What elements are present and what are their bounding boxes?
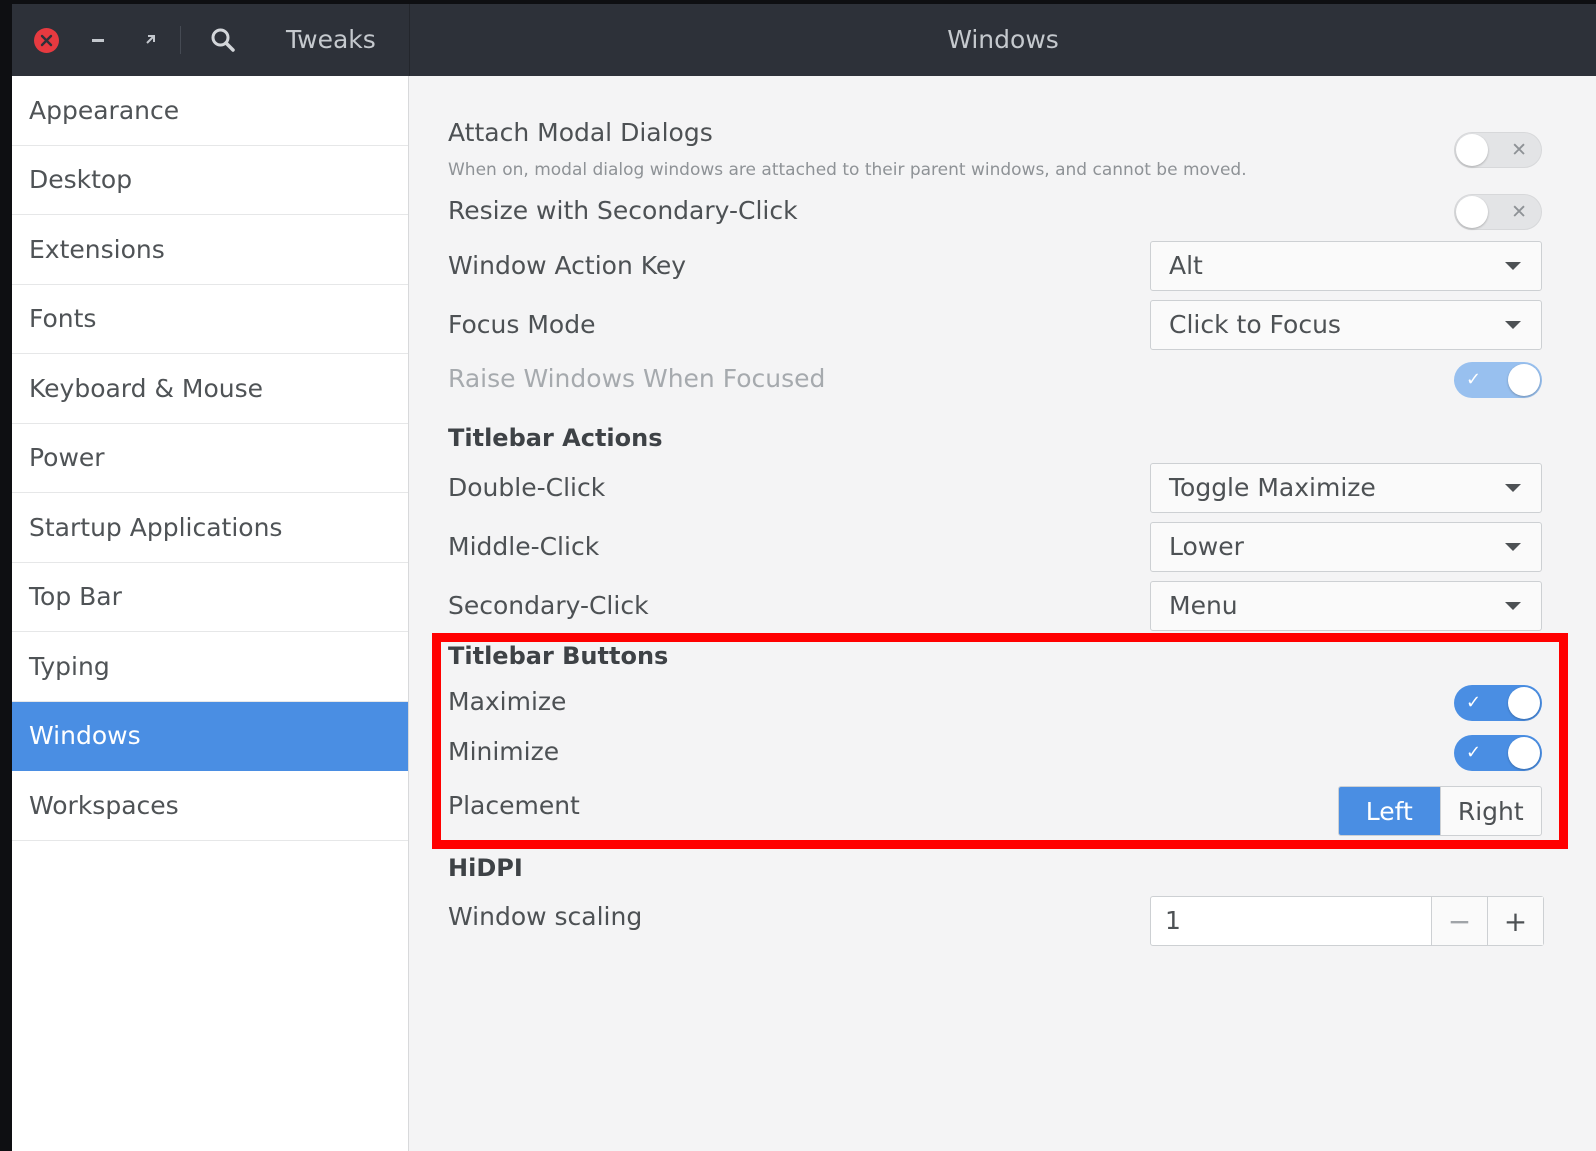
chevron-down-icon bbox=[1505, 262, 1521, 270]
dropdown-value: Lower bbox=[1169, 532, 1244, 561]
dropdown-value: Toggle Maximize bbox=[1169, 473, 1376, 502]
check-icon: ✓ bbox=[1466, 692, 1482, 713]
sidebar-item-power[interactable]: Power bbox=[12, 424, 408, 493]
page-title: Windows bbox=[947, 25, 1059, 54]
hidpi-heading: HiDPI bbox=[448, 854, 523, 882]
sidebar-item-desktop[interactable]: Desktop bbox=[12, 146, 408, 215]
chevron-down-icon bbox=[1505, 602, 1521, 610]
attach-modal-dialogs-label: Attach Modal Dialogs bbox=[448, 118, 713, 147]
middle-click-dropdown[interactable]: Lower bbox=[1150, 522, 1542, 572]
restore-button[interactable] bbox=[132, 22, 168, 58]
check-icon: ✓ bbox=[1466, 369, 1482, 390]
search-icon bbox=[211, 28, 235, 52]
dropdown-value: Click to Focus bbox=[1169, 310, 1341, 339]
switch-knob bbox=[1456, 196, 1488, 228]
attach-modal-dialogs-description: When on, modal dialog windows are attach… bbox=[448, 160, 1247, 180]
off-icon: ✕ bbox=[1511, 139, 1527, 161]
close-button[interactable] bbox=[28, 22, 64, 58]
chevron-down-icon bbox=[1505, 484, 1521, 492]
focus-mode-dropdown[interactable]: Click to Focus bbox=[1150, 300, 1542, 350]
sidebar-item-workspaces[interactable]: Workspaces bbox=[12, 771, 408, 841]
placement-right-button[interactable]: Right bbox=[1439, 787, 1542, 835]
sidebar-item-startup-applications[interactable]: Startup Applications bbox=[12, 493, 408, 563]
tweaks-window: Tweaks Windows Appearance Desktop Extens… bbox=[12, 4, 1596, 1151]
minimize-label: Minimize bbox=[448, 737, 560, 766]
window-scaling-spinbutton: 1 − + bbox=[1150, 896, 1544, 946]
chevron-down-icon bbox=[1505, 321, 1521, 329]
sidebar-item-appearance[interactable]: Appearance bbox=[12, 76, 408, 146]
check-icon: ✓ bbox=[1466, 742, 1482, 763]
focus-mode-label: Focus Mode bbox=[448, 310, 596, 339]
close-icon bbox=[33, 27, 59, 53]
resize-secondary-click-switch[interactable]: ✕ bbox=[1454, 194, 1542, 230]
resize-secondary-click-label: Resize with Secondary-Click bbox=[448, 196, 798, 225]
off-icon: ✕ bbox=[1511, 201, 1527, 223]
window-action-key-dropdown[interactable]: Alt bbox=[1150, 241, 1542, 291]
chevron-down-icon bbox=[1505, 543, 1521, 551]
header-bar: Tweaks Windows bbox=[12, 4, 1596, 76]
placement-label: Placement bbox=[448, 791, 580, 820]
settings-panel: Attach Modal Dialogs When on, modal dial… bbox=[410, 76, 1596, 1151]
secondary-click-dropdown[interactable]: Menu bbox=[1150, 581, 1542, 631]
restore-icon bbox=[146, 35, 155, 44]
search-button[interactable] bbox=[205, 22, 241, 58]
switch-knob bbox=[1508, 737, 1540, 769]
minimize-icon bbox=[92, 39, 104, 42]
double-click-label: Double-Click bbox=[448, 473, 606, 502]
switch-knob bbox=[1456, 134, 1488, 166]
raise-windows-label: Raise Windows When Focused bbox=[448, 364, 826, 393]
switch-knob bbox=[1508, 687, 1540, 719]
maximize-label: Maximize bbox=[448, 687, 567, 716]
placement-toggle: Left Right bbox=[1338, 786, 1542, 836]
dropdown-value: Menu bbox=[1169, 591, 1238, 620]
raise-windows-switch[interactable]: ✓ bbox=[1454, 362, 1542, 398]
window-scaling-label: Window scaling bbox=[448, 902, 643, 931]
switch-knob bbox=[1508, 364, 1540, 396]
titlebar-actions-heading: Titlebar Actions bbox=[448, 424, 663, 452]
secondary-click-label: Secondary-Click bbox=[448, 591, 649, 620]
decrease-button[interactable]: − bbox=[1431, 897, 1487, 945]
sidebar-item-extensions[interactable]: Extensions bbox=[12, 215, 408, 285]
sidebar-item-keyboard-mouse[interactable]: Keyboard & Mouse bbox=[12, 354, 408, 424]
app-title: Tweaks bbox=[286, 25, 376, 54]
titlebar-buttons-heading: Titlebar Buttons bbox=[448, 642, 669, 670]
sidebar-item-typing[interactable]: Typing bbox=[12, 632, 408, 702]
window-action-key-label: Window Action Key bbox=[448, 251, 687, 280]
sidebar: Appearance Desktop Extensions Fonts Keyb… bbox=[12, 76, 409, 1151]
maximize-switch[interactable]: ✓ bbox=[1454, 685, 1542, 721]
sidebar-item-fonts[interactable]: Fonts bbox=[12, 285, 408, 354]
window-scaling-input[interactable]: 1 bbox=[1165, 897, 1181, 945]
minimize-switch[interactable]: ✓ bbox=[1454, 735, 1542, 771]
double-click-dropdown[interactable]: Toggle Maximize bbox=[1150, 463, 1542, 513]
header-bar-sidebar-section: Tweaks bbox=[12, 4, 410, 76]
placement-left-button[interactable]: Left bbox=[1339, 787, 1440, 835]
increase-button[interactable]: + bbox=[1487, 897, 1543, 945]
sidebar-item-windows[interactable]: Windows bbox=[12, 701, 408, 771]
header-separator bbox=[180, 26, 181, 54]
minimize-button[interactable] bbox=[80, 22, 116, 58]
middle-click-label: Middle-Click bbox=[448, 532, 600, 561]
dropdown-value: Alt bbox=[1169, 251, 1203, 280]
attach-modal-dialogs-switch[interactable]: ✕ bbox=[1454, 132, 1542, 168]
sidebar-item-top-bar[interactable]: Top Bar bbox=[12, 563, 408, 632]
